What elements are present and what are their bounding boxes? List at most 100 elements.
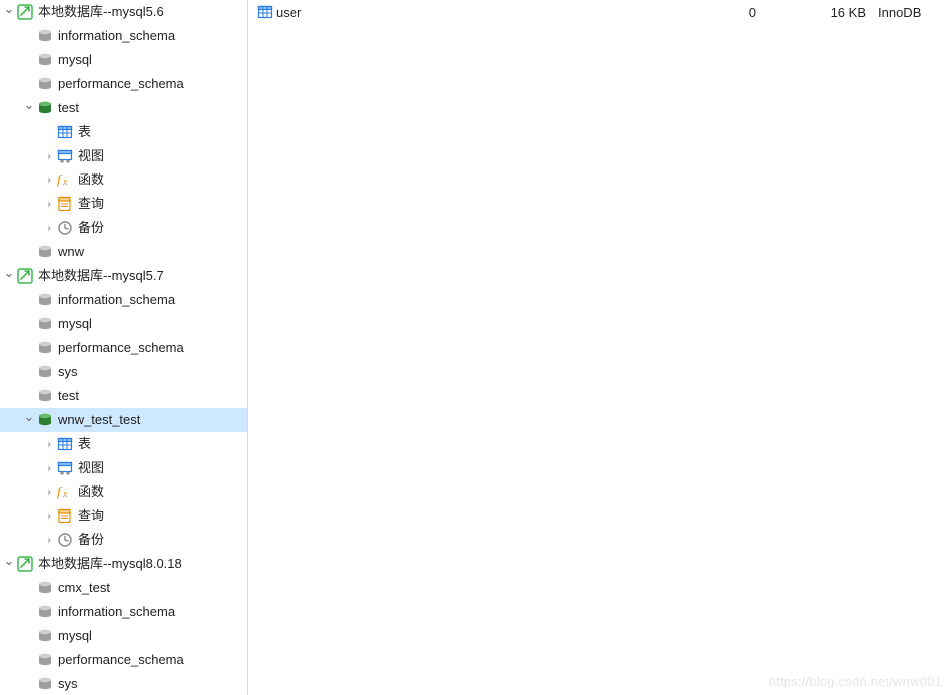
database-node[interactable]: sys (0, 672, 247, 695)
database-icon (36, 652, 54, 668)
database-icon (36, 580, 54, 596)
database-node[interactable]: performance_schema (0, 72, 247, 96)
connection-icon (16, 268, 34, 284)
chevron-right-icon[interactable]: › (42, 175, 56, 186)
chevron-right-icon[interactable]: › (42, 199, 56, 210)
chevron-down-icon[interactable]: ⌄ (22, 97, 36, 113)
chevron-down-icon[interactable]: ⌄ (2, 1, 16, 17)
database-label: information_schema (58, 288, 175, 312)
table-icon (56, 436, 74, 452)
database-label: cmx_test (58, 576, 110, 600)
chevron-down-icon[interactable]: ⌄ (2, 265, 16, 281)
db-child-node[interactable]: › 视图 (0, 144, 247, 168)
database-icon (36, 52, 54, 68)
db-child-node[interactable]: › 函数 (0, 480, 247, 504)
db-child-node[interactable]: › 查询 (0, 192, 247, 216)
database-icon (36, 628, 54, 644)
db-child-label: 视图 (78, 456, 104, 480)
db-child-node[interactable]: ›表 (0, 432, 247, 456)
db-child-label: 查询 (78, 504, 104, 528)
database-icon (36, 244, 54, 260)
database-icon (36, 412, 54, 428)
database-label: test (58, 384, 79, 408)
database-icon (36, 100, 54, 116)
database-node[interactable]: performance_schema (0, 336, 247, 360)
object-rows: 0 (616, 5, 796, 20)
db-child-label: 视图 (78, 144, 104, 168)
view-icon (56, 148, 74, 164)
database-node[interactable]: information_schema (0, 600, 247, 624)
db-child-label: 表 (78, 432, 91, 456)
database-label: wnw_test_test (58, 408, 140, 432)
database-label: wnw (58, 240, 84, 264)
connection-label: 本地数据库--mysql5.7 (38, 264, 164, 288)
db-child-node[interactable]: › 查询 (0, 504, 247, 528)
chevron-right-icon[interactable]: › (42, 151, 56, 162)
table-icon (256, 4, 274, 20)
db-child-label: 备份 (78, 528, 104, 552)
chevron-right-icon[interactable]: › (42, 223, 56, 234)
connection-label: 本地数据库--mysql5.6 (38, 0, 164, 24)
table-row[interactable]: user016 KBInnoDB (256, 2, 942, 22)
query-icon (56, 196, 74, 212)
chevron-down-icon[interactable]: ⌄ (2, 553, 16, 569)
view-icon (56, 460, 74, 476)
chevron-right-icon[interactable]: › (42, 487, 56, 498)
db-child-node[interactable]: 表 (0, 120, 247, 144)
connection-icon (16, 4, 34, 20)
db-child-node[interactable]: › 备份 (0, 216, 247, 240)
database-label: information_schema (58, 24, 175, 48)
db-child-label: 查询 (78, 192, 104, 216)
database-icon (36, 28, 54, 44)
database-label: information_schema (58, 600, 175, 624)
database-icon (36, 604, 54, 620)
database-node[interactable]: performance_schema (0, 648, 247, 672)
connection-tree[interactable]: ⌄本地数据库--mysql5.6information_schemamysqlp… (0, 0, 248, 695)
query-icon (56, 508, 74, 524)
db-child-node[interactable]: › 函数 (0, 168, 247, 192)
database-icon (36, 316, 54, 332)
database-label: mysql (58, 48, 92, 72)
database-icon (36, 676, 54, 692)
database-node[interactable]: mysql (0, 312, 247, 336)
database-node[interactable]: cmx_test (0, 576, 247, 600)
database-label: sys (58, 360, 78, 384)
database-node[interactable]: information_schema (0, 24, 247, 48)
database-label: performance_schema (58, 72, 184, 96)
connection-node[interactable]: ⌄ 本地数据库--mysql8.0.18 (0, 552, 247, 576)
chevron-down-icon[interactable]: ⌄ (22, 409, 36, 425)
database-label: performance_schema (58, 336, 184, 360)
database-icon (36, 76, 54, 92)
database-node[interactable]: wnw (0, 240, 247, 264)
database-node[interactable]: ⌄test (0, 96, 247, 120)
database-node[interactable]: sys (0, 360, 247, 384)
backup-icon (56, 532, 74, 548)
database-node[interactable]: information_schema (0, 288, 247, 312)
database-node[interactable]: mysql (0, 48, 247, 72)
chevron-right-icon[interactable]: › (42, 535, 56, 546)
db-child-label: 函数 (78, 480, 104, 504)
database-label: mysql (58, 312, 92, 336)
connection-node[interactable]: ⌄ 本地数据库--mysql5.7 (0, 264, 247, 288)
database-node[interactable]: mysql (0, 624, 247, 648)
connection-node[interactable]: ⌄ 本地数据库--mysql5.6 (0, 0, 247, 24)
database-node[interactable]: ⌄ wnw_test_test (0, 408, 247, 432)
database-label: performance_schema (58, 648, 184, 672)
database-icon (36, 388, 54, 404)
object-list-panel: user016 KBInnoDB https://blog.csdn.net/w… (248, 0, 950, 695)
db-child-label: 函数 (78, 168, 104, 192)
backup-icon (56, 220, 74, 236)
connection-icon (16, 556, 34, 572)
connection-label: 本地数据库--mysql8.0.18 (38, 552, 182, 576)
db-child-label: 备份 (78, 216, 104, 240)
chevron-right-icon[interactable]: › (42, 463, 56, 474)
chevron-right-icon[interactable]: › (42, 511, 56, 522)
chevron-right-icon[interactable]: › (42, 439, 56, 450)
db-child-label: 表 (78, 120, 91, 144)
table-icon (56, 124, 74, 140)
db-child-node[interactable]: › 视图 (0, 456, 247, 480)
db-child-node[interactable]: › 备份 (0, 528, 247, 552)
database-node[interactable]: test (0, 384, 247, 408)
function-icon (56, 484, 74, 500)
database-icon (36, 340, 54, 356)
